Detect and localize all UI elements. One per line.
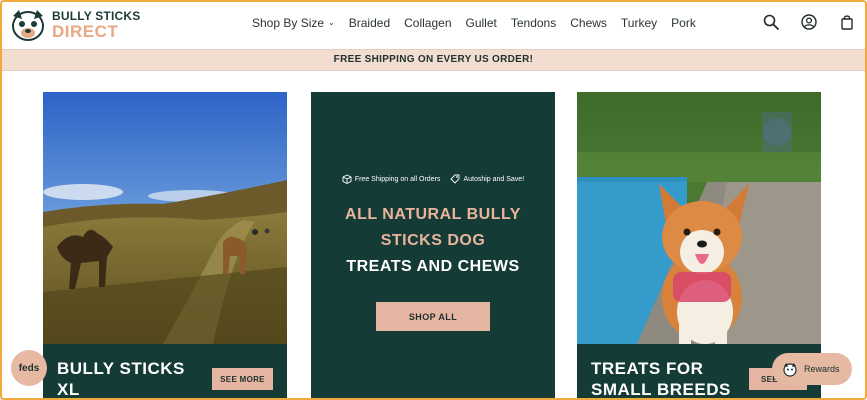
bulldog-logo-icon — [12, 10, 44, 41]
shop-all-button[interactable]: SHOP ALL — [376, 302, 490, 331]
bulldog-icon — [783, 363, 797, 377]
nav-shop-by-size[interactable]: Shop By Size ⌄ — [252, 16, 335, 30]
page-frame: BULLY STICKS DIRECT Shop By Size ⌄ Braide… — [0, 0, 867, 400]
tag-icon — [450, 174, 460, 184]
feds-widget[interactable]: feds — [11, 350, 47, 386]
chevron-down-icon: ⌄ — [328, 18, 335, 27]
search-icon[interactable] — [763, 14, 779, 30]
see-more-button[interactable]: SEE MORE — [212, 368, 273, 390]
card-caption: BULLY STICKS XL SEE MORE — [43, 344, 287, 399]
box-icon — [342, 174, 352, 184]
dogs-field-photo — [43, 92, 287, 344]
rewards-label: Rewards — [804, 364, 840, 374]
brand-logo[interactable]: BULLY STICKS DIRECT — [8, 6, 140, 44]
brand-line2: DIRECT — [52, 22, 119, 41]
feds-label: feds — [18, 362, 40, 374]
badge-label: Autoship and Save! — [463, 175, 525, 183]
card-shop-all: Free Shipping on all Orders Autoship and… — [311, 92, 555, 398]
hero-heading-white: TREATS AND CHEWS — [346, 258, 520, 275]
nav-tendons[interactable]: Tendons — [511, 16, 556, 30]
nav-pork[interactable]: Pork — [671, 16, 696, 30]
nav-gullet[interactable]: Gullet — [466, 16, 497, 30]
badge-label: Free Shipping on all Orders — [354, 175, 441, 183]
hero-heading-accent: ALL NATURAL BULLY STICKS DOG — [345, 206, 521, 249]
card-title: BULLY STICKS XL — [57, 359, 185, 399]
free-shipping-badge: Free Shipping on all Orders — [342, 174, 441, 184]
cart-icon[interactable] — [839, 14, 855, 30]
main-nav: Shop By Size ⌄ Braided Collagen Gullet Te… — [252, 16, 696, 30]
brand-line1: BULLY STICKS — [52, 9, 141, 23]
site-header: BULLY STICKS DIRECT Shop By Size ⌄ Braide… — [2, 2, 865, 49]
nav-chews[interactable]: Chews — [570, 16, 607, 30]
corgi-photo — [577, 92, 821, 344]
nav-label: Shop By Size — [252, 16, 325, 30]
card-title: TREATS FOR SMALL BREEDS — [591, 359, 731, 399]
promo-badges: Free Shipping on all Orders Autoship and… — [311, 174, 555, 184]
nav-braided[interactable]: Braided — [349, 16, 390, 30]
rewards-button[interactable]: Rewards — [772, 353, 852, 385]
card-bully-sticks-xl[interactable]: BULLY STICKS XL SEE MORE — [43, 92, 287, 399]
nav-turkey[interactable]: Turkey — [621, 16, 657, 30]
autoship-badge: Autoship and Save! — [450, 174, 524, 184]
announcement-bar: FREE SHIPPING ON EVERY US ORDER! — [2, 49, 865, 71]
nav-collagen[interactable]: Collagen — [404, 16, 451, 30]
account-icon[interactable] — [801, 14, 817, 30]
header-icons — [763, 14, 855, 30]
